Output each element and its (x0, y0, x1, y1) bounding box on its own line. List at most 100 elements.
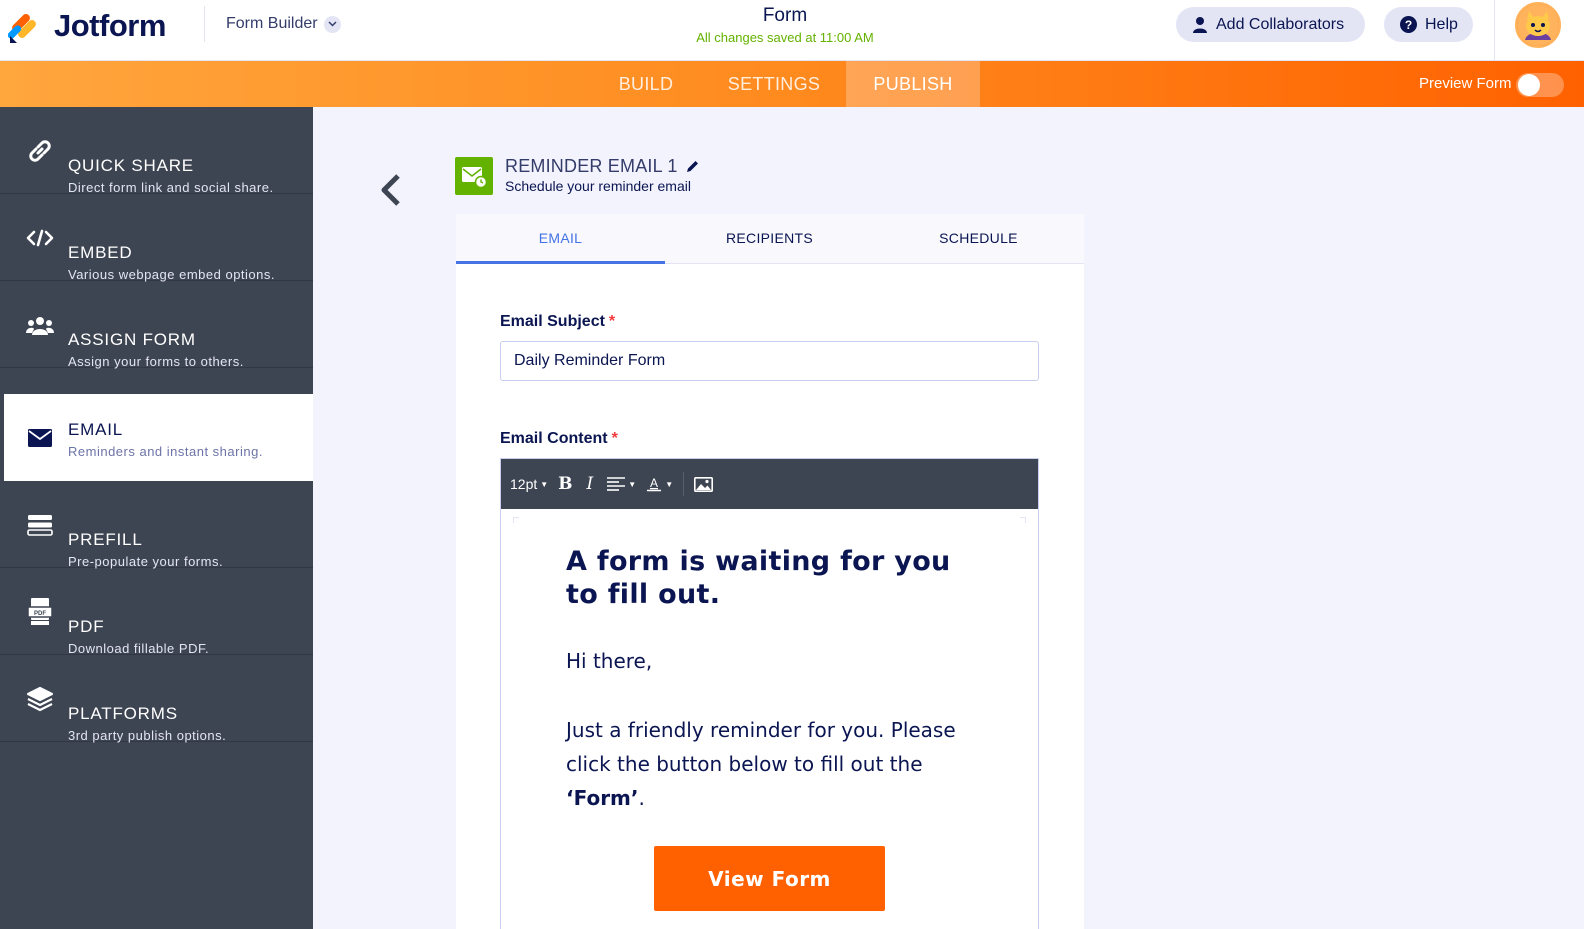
email-paragraph-end: . (638, 786, 645, 810)
chevron-left-icon (381, 174, 400, 206)
add-collaborators-button[interactable]: Add Collaborators (1176, 7, 1365, 42)
link-icon (24, 135, 56, 167)
caret-down-icon: ▼ (628, 479, 637, 489)
sidebar-item-title: PLATFORMS (68, 704, 178, 723)
svg-text:PDF: PDF (34, 611, 46, 617)
email-form-name: ‘Form’ (566, 786, 639, 810)
sidebar-item-title: EMAIL (68, 420, 124, 439)
header-divider (204, 6, 205, 42)
preview-form-toggle[interactable] (1516, 73, 1564, 97)
reminder-title-text: REMINDER EMAIL 1 (505, 156, 678, 176)
help-icon: ? (1400, 16, 1417, 33)
sidebar-item-assign-form[interactable]: ASSIGN FORM Assign your forms to others. (0, 281, 313, 369)
reminder-tabs: EMAIL RECIPIENTS SCHEDULE (456, 214, 1084, 264)
envelope-icon (24, 422, 56, 454)
toolbar-separator (683, 472, 685, 496)
align-dropdown[interactable]: ▼ (607, 459, 636, 509)
tab-recipients[interactable]: RECIPIENTS (665, 214, 874, 264)
sidebar-item-subtitle: Reminders and instant sharing. (68, 444, 263, 459)
sidebar-item-title: PDF (68, 617, 105, 636)
sidebar-item-subtitle: Pre-populate your forms. (68, 554, 224, 569)
email-subject-label-text: Email Subject (500, 313, 605, 330)
tab-publish[interactable]: PUBLISH (846, 61, 980, 107)
sidebar-item-subtitle: 3rd party publish options. (68, 728, 227, 743)
svg-text:?: ? (1405, 18, 1412, 32)
tab-settings[interactable]: SETTINGS (712, 61, 836, 107)
reminder-email-card: EMAIL RECIPIENTS SCHEDULE Email Subject *… (456, 214, 1084, 929)
pencil-icon[interactable] (685, 159, 700, 174)
top-header: Jotform Form Builder Form All changes sa… (0, 0, 1584, 61)
sidebar-item-text: ASSIGN FORM Assign your forms to others. (68, 330, 244, 369)
caret-down-icon: ▼ (665, 479, 674, 489)
sidebar-item-title: EMBED (68, 243, 133, 262)
email-greeting: Hi there, (566, 649, 653, 673)
required-mark: * (611, 430, 618, 447)
back-button[interactable] (378, 172, 406, 208)
builder-label: Form Builder (226, 15, 318, 32)
tab-schedule[interactable]: SCHEDULE (874, 214, 1083, 264)
form-title-area: Form All changes saved at 11:00 AM (640, 5, 930, 45)
text-color-dropdown[interactable]: A ▼ (646, 459, 673, 509)
sidebar-item-subtitle: Direct form link and social share. (68, 180, 274, 195)
email-paragraph-start: Just a friendly reminder for you. Please… (566, 718, 956, 776)
layers-icon (24, 683, 56, 715)
brand-name: Jotform (54, 8, 166, 43)
preview-form-label: Preview Form (1419, 75, 1512, 92)
sidebar-item-platforms[interactable]: PLATFORMS 3rd party publish options. (0, 655, 313, 743)
sidebar-item-text: QUICK SHARE Direct form link and social … (68, 156, 274, 195)
italic-button[interactable]: I (587, 459, 594, 509)
jotform-logo[interactable]: Jotform (7, 8, 166, 44)
form-title[interactable]: Form (640, 5, 930, 27)
image-icon (694, 476, 714, 492)
corner-mark (1020, 517, 1026, 523)
sidebar-item-text: PLATFORMS 3rd party publish options. (68, 704, 226, 743)
sidebar-item-quick-share[interactable]: QUICK SHARE Direct form link and social … (0, 107, 313, 195)
sidebar-item-subtitle: Various webpage embed options. (68, 267, 275, 282)
caret-down-icon: ▼ (540, 479, 549, 489)
publish-sidebar: QUICK SHARE Direct form link and social … (0, 107, 313, 929)
text-color-icon: A (647, 476, 662, 492)
sidebar-item-title: PREFILL (68, 530, 143, 549)
align-left-icon (607, 477, 626, 491)
required-mark: * (608, 313, 616, 330)
sidebar-item-embed[interactable]: EMBED Various webpage embed options. (0, 194, 313, 282)
code-icon (24, 222, 56, 254)
sidebar-item-text: EMAIL Reminders and instant sharing. (68, 393, 263, 459)
bold-button[interactable]: B (558, 459, 572, 509)
form-builder-dropdown[interactable]: Form Builder (226, 15, 341, 33)
avatar[interactable] (1515, 2, 1561, 48)
email-subject-label: Email Subject * (500, 313, 615, 331)
email-content-label: Email Content * (500, 430, 618, 448)
sidebar-item-title: ASSIGN FORM (68, 330, 196, 349)
chevron-down-icon (323, 15, 341, 33)
toggle-knob (1518, 74, 1540, 96)
pdf-icon: PDF (24, 596, 56, 628)
font-size-value: 12pt (510, 476, 538, 492)
email-content-editor[interactable]: 12pt ▼ B I ▼ A ▼ A form is waiting for y… (500, 458, 1039, 929)
svg-text:A: A (650, 476, 658, 490)
email-preview-body[interactable]: A form is waiting for you to fill out. H… (501, 509, 1038, 929)
sidebar-item-pdf[interactable]: PDF PDF Download fillable PDF. (0, 568, 313, 656)
tab-email[interactable]: EMAIL (456, 214, 665, 264)
add-collaborators-label: Add Collaborators (1216, 15, 1345, 33)
tab-build[interactable]: BUILD (600, 61, 692, 107)
builder-nav-bar: BUILD SETTINGS PUBLISH Preview Form (0, 61, 1584, 107)
header-divider-right (1494, 0, 1495, 61)
reminder-title: REMINDER EMAIL 1 (505, 156, 700, 177)
font-size-dropdown[interactable]: 12pt ▼ (510, 459, 548, 509)
email-content-label-text: Email Content (500, 430, 608, 447)
insert-image-button[interactable] (694, 459, 714, 509)
corner-mark (513, 517, 519, 523)
sidebar-item-prefill[interactable]: PREFILL Pre-populate your forms. (0, 481, 313, 569)
sidebar-item-email[interactable]: EMAIL Reminders and instant sharing. (4, 394, 313, 481)
prefill-icon (24, 509, 56, 541)
sidebar-item-subtitle: Assign your forms to others. (68, 354, 244, 369)
view-form-button[interactable]: View Form (654, 846, 885, 911)
saved-status: All changes saved at 11:00 AM (696, 30, 874, 45)
sidebar-item-text: EMBED Various webpage embed options. (68, 243, 275, 282)
email-subject-input[interactable] (500, 341, 1039, 381)
reminder-subtitle: Schedule your reminder email (505, 178, 691, 194)
sidebar-item-text: PREFILL Pre-populate your forms. (68, 530, 223, 569)
sidebar-item-title: QUICK SHARE (68, 156, 194, 175)
help-button[interactable]: ? Help (1384, 7, 1473, 42)
